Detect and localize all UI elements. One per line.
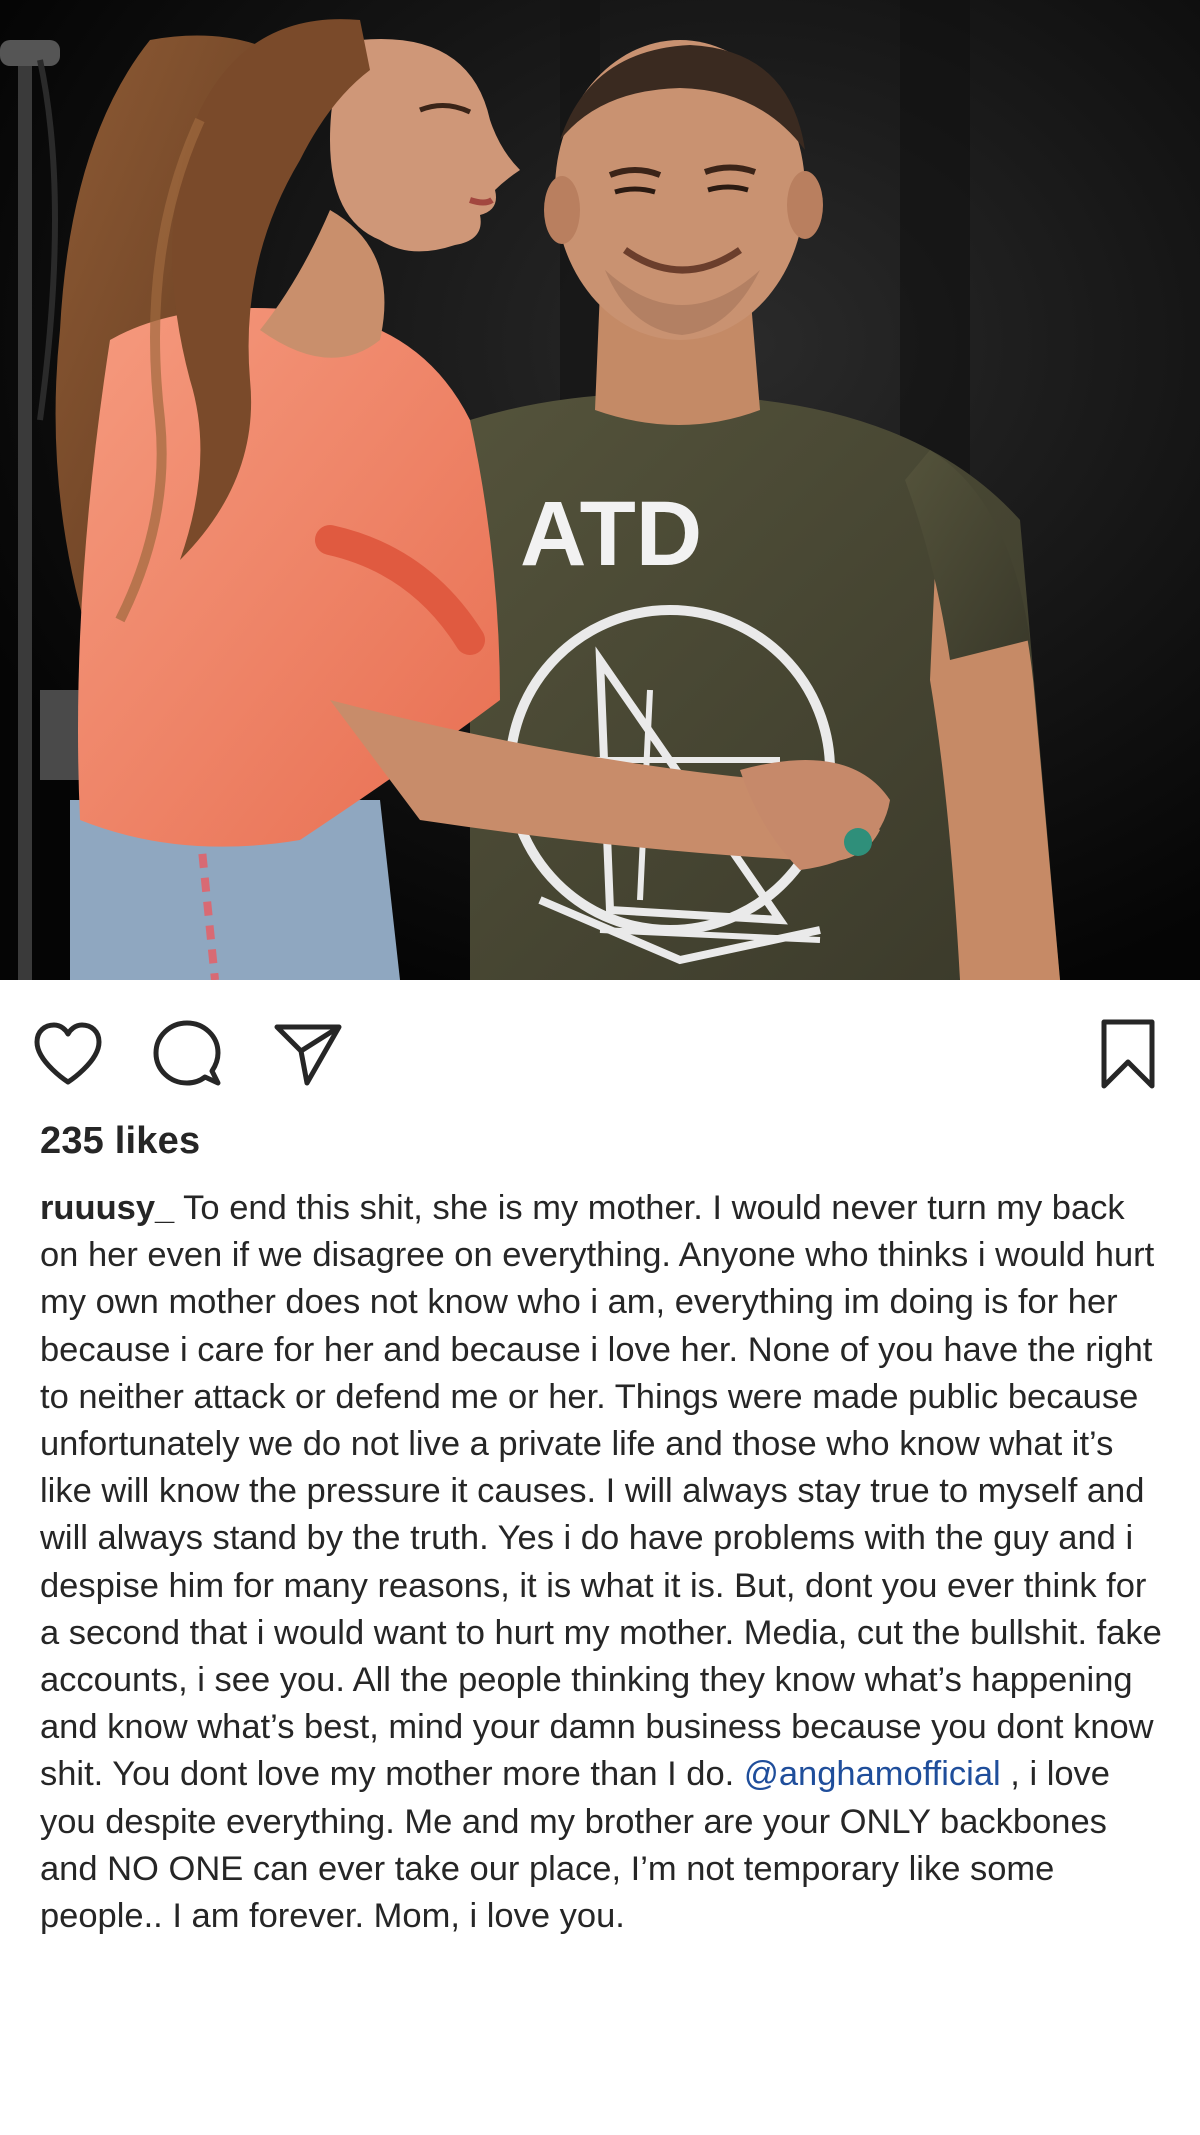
caption-mention-link[interactable]: @anghamofficial [744, 1755, 1001, 1793]
share-button[interactable] [270, 1016, 346, 1092]
save-button[interactable] [1090, 1016, 1166, 1092]
paper-plane-icon [274, 1024, 342, 1086]
post-photo[interactable]: ATD [0, 0, 1200, 980]
likes-count[interactable]: 235 likes [40, 1120, 200, 1163]
post-action-bar [0, 980, 1200, 1130]
bookmark-icon [1101, 1019, 1155, 1089]
caption-username[interactable]: ruuusy_ [40, 1189, 174, 1227]
like-button[interactable] [30, 1016, 106, 1092]
caption-text: To end this shit, she is my mother. I wo… [40, 1189, 1162, 1794]
comment-bubble-icon [153, 1020, 221, 1086]
heart-icon [34, 1022, 102, 1085]
post-photo-illustration: ATD [0, 0, 1200, 980]
shirt-print-text: ATD [520, 483, 702, 585]
post-caption: ruuusy_ To end this shit, she is my moth… [40, 1185, 1170, 1940]
comment-button[interactable] [149, 1016, 225, 1092]
